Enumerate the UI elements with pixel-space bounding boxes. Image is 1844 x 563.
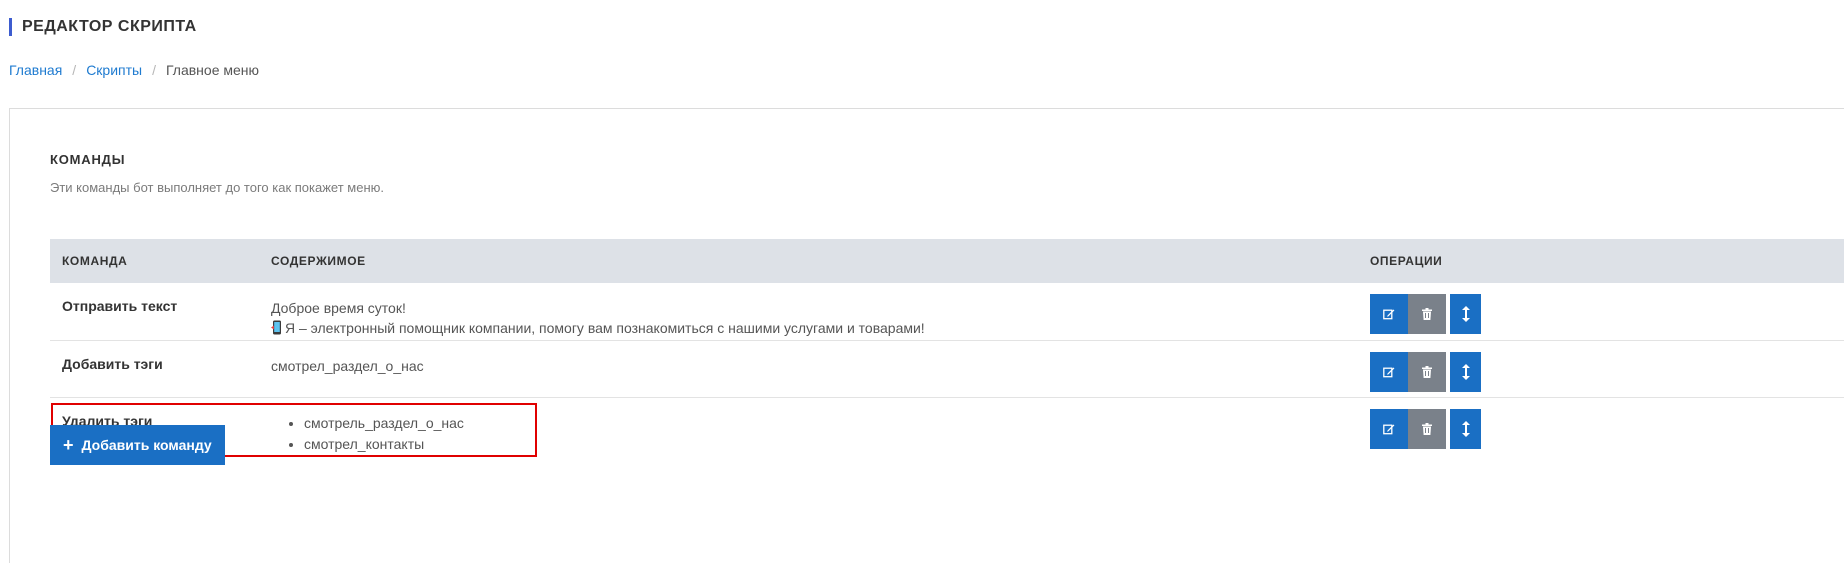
move-vertical-icon bbox=[1461, 364, 1470, 380]
command-name: Добавить тэги bbox=[62, 356, 163, 372]
breadcrumb-scripts-link[interactable]: Скрипты bbox=[86, 62, 142, 78]
add-command-button[interactable]: + Добавить команду bbox=[50, 425, 225, 465]
delete-button[interactable] bbox=[1408, 294, 1446, 334]
plus-icon: + bbox=[63, 435, 74, 455]
content-line: Доброе время суток! bbox=[271, 300, 406, 316]
command-content: Доброе время суток! Я – электронный помо… bbox=[271, 298, 925, 338]
row-operations bbox=[1370, 294, 1481, 334]
table-row: Удалить тэги смотрель_раздел_о_нас смотр… bbox=[50, 398, 1844, 457]
edit-icon bbox=[1383, 367, 1395, 378]
table-row: Добавить тэги смотрел_раздел_о_нас bbox=[50, 341, 1844, 398]
command-content: смотрель_раздел_о_нас смотрел_контакты bbox=[264, 413, 464, 455]
table-header: КОМАНДА СОДЕРЖИМОЕ ОПЕРАЦИИ bbox=[50, 239, 1844, 283]
column-header-content: СОДЕРЖИМОЕ bbox=[271, 254, 366, 268]
breadcrumb-separator: / bbox=[152, 62, 156, 78]
command-name: Отправить текст bbox=[62, 298, 178, 314]
content-line-text: Я – электронный помощник компании, помог… bbox=[285, 320, 925, 336]
list-item: смотрель_раздел_о_нас bbox=[304, 413, 464, 434]
list-item: смотрел_контакты bbox=[304, 434, 464, 455]
edit-button[interactable] bbox=[1370, 294, 1408, 334]
breadcrumb-separator: / bbox=[72, 62, 77, 78]
breadcrumb-home-link[interactable]: Главная bbox=[9, 62, 62, 78]
edit-icon bbox=[1383, 424, 1395, 435]
trash-icon bbox=[1422, 308, 1432, 320]
content-line: смотрел_раздел_о_нас bbox=[271, 358, 424, 374]
commands-table: КОМАНДА СОДЕРЖИМОЕ ОПЕРАЦИИ Отправить те… bbox=[50, 239, 1844, 457]
move-vertical-icon bbox=[1461, 306, 1470, 322]
command-content: смотрел_раздел_о_нас bbox=[271, 356, 424, 376]
move-button[interactable] bbox=[1450, 352, 1481, 392]
delete-button[interactable] bbox=[1408, 352, 1446, 392]
trash-icon bbox=[1422, 366, 1432, 378]
row-operations bbox=[1370, 409, 1481, 449]
page-header: РЕДАКТОР СКРИПТА bbox=[9, 18, 197, 36]
trash-icon bbox=[1422, 423, 1432, 435]
move-vertical-icon bbox=[1461, 421, 1470, 437]
add-command-label: Добавить команду bbox=[81, 437, 212, 453]
move-button[interactable] bbox=[1450, 294, 1481, 334]
edit-icon bbox=[1383, 309, 1395, 320]
move-button[interactable] bbox=[1450, 409, 1481, 449]
section-title: КОМАНДЫ bbox=[50, 152, 126, 167]
breadcrumb: Главная / Скрипты / Главное меню bbox=[9, 62, 259, 78]
edit-button[interactable] bbox=[1370, 409, 1408, 449]
section-description: Эти команды бот выполняет до того как по… bbox=[50, 180, 384, 195]
mobile-phone-icon bbox=[271, 320, 281, 335]
table-row: Отправить текст Доброе время суток! Я – … bbox=[50, 283, 1844, 341]
content-line-with-icon: Я – электронный помощник компании, помог… bbox=[271, 318, 925, 338]
commands-card: КОМАНДЫ Эти команды бот выполняет до тог… bbox=[9, 108, 1844, 563]
edit-button[interactable] bbox=[1370, 352, 1408, 392]
row-operations bbox=[1370, 352, 1481, 392]
delete-button[interactable] bbox=[1408, 409, 1446, 449]
column-header-operations: ОПЕРАЦИИ bbox=[1370, 254, 1443, 268]
column-header-command: КОМАНДА bbox=[62, 254, 128, 268]
tag-list: смотрель_раздел_о_нас смотрел_контакты bbox=[264, 413, 464, 455]
page-title: РЕДАКТОР СКРИПТА bbox=[22, 18, 197, 35]
breadcrumb-current: Главное меню bbox=[165, 62, 260, 78]
